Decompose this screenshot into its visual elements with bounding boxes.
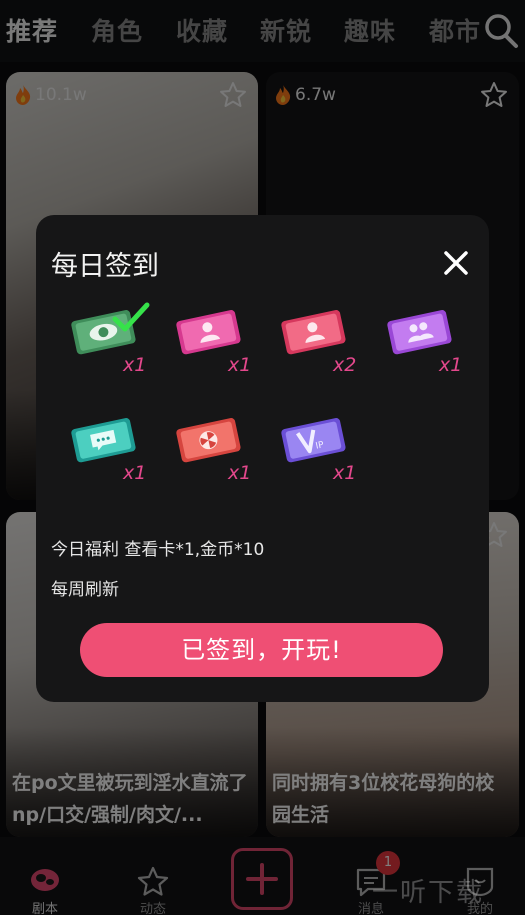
reward-item: x1 <box>174 411 270 501</box>
reward-item: x1 <box>69 302 165 393</box>
reward-item: IP x1 <box>279 411 375 501</box>
today-benefit-text: 今日福利 查看卡*1,金币*10 <box>51 540 265 560</box>
reward-item: x1 <box>385 303 481 393</box>
reward-count: x1 <box>228 354 252 376</box>
reward-count: x1 <box>333 462 357 484</box>
weekly-refresh-text: 每周刷新 <box>51 580 119 600</box>
vip-ticket-icon: IP <box>281 418 346 463</box>
group-ticket-icon <box>387 310 452 355</box>
reward-item: x2 <box>279 303 375 393</box>
reward-count: x1 <box>439 354 463 376</box>
reward-item: x1 <box>69 411 165 501</box>
close-button[interactable] <box>438 245 474 281</box>
user-ticket-icon <box>176 310 241 355</box>
dialog-title: 每日签到 <box>51 251 159 282</box>
close-icon <box>444 251 468 275</box>
reward-count: x1 <box>123 354 147 376</box>
chat-ticket-icon <box>71 418 136 463</box>
reward-count: x1 <box>123 462 147 484</box>
watermark: 一听下载 <box>372 878 485 908</box>
fan-ticket-icon <box>176 418 241 463</box>
reward-item: x1 <box>174 303 270 393</box>
checkmark-icon <box>112 302 150 332</box>
user-ticket-icon <box>281 310 346 355</box>
checkin-play-button[interactable]: 已签到，开玩! <box>80 623 443 677</box>
reward-count: x1 <box>228 462 252 484</box>
reward-count: x2 <box>333 354 357 376</box>
daily-checkin-dialog: 每日签到 x1 x1 x2 x1 x1 x1 IP x1 今日福利 查看卡*1,… <box>36 215 489 702</box>
